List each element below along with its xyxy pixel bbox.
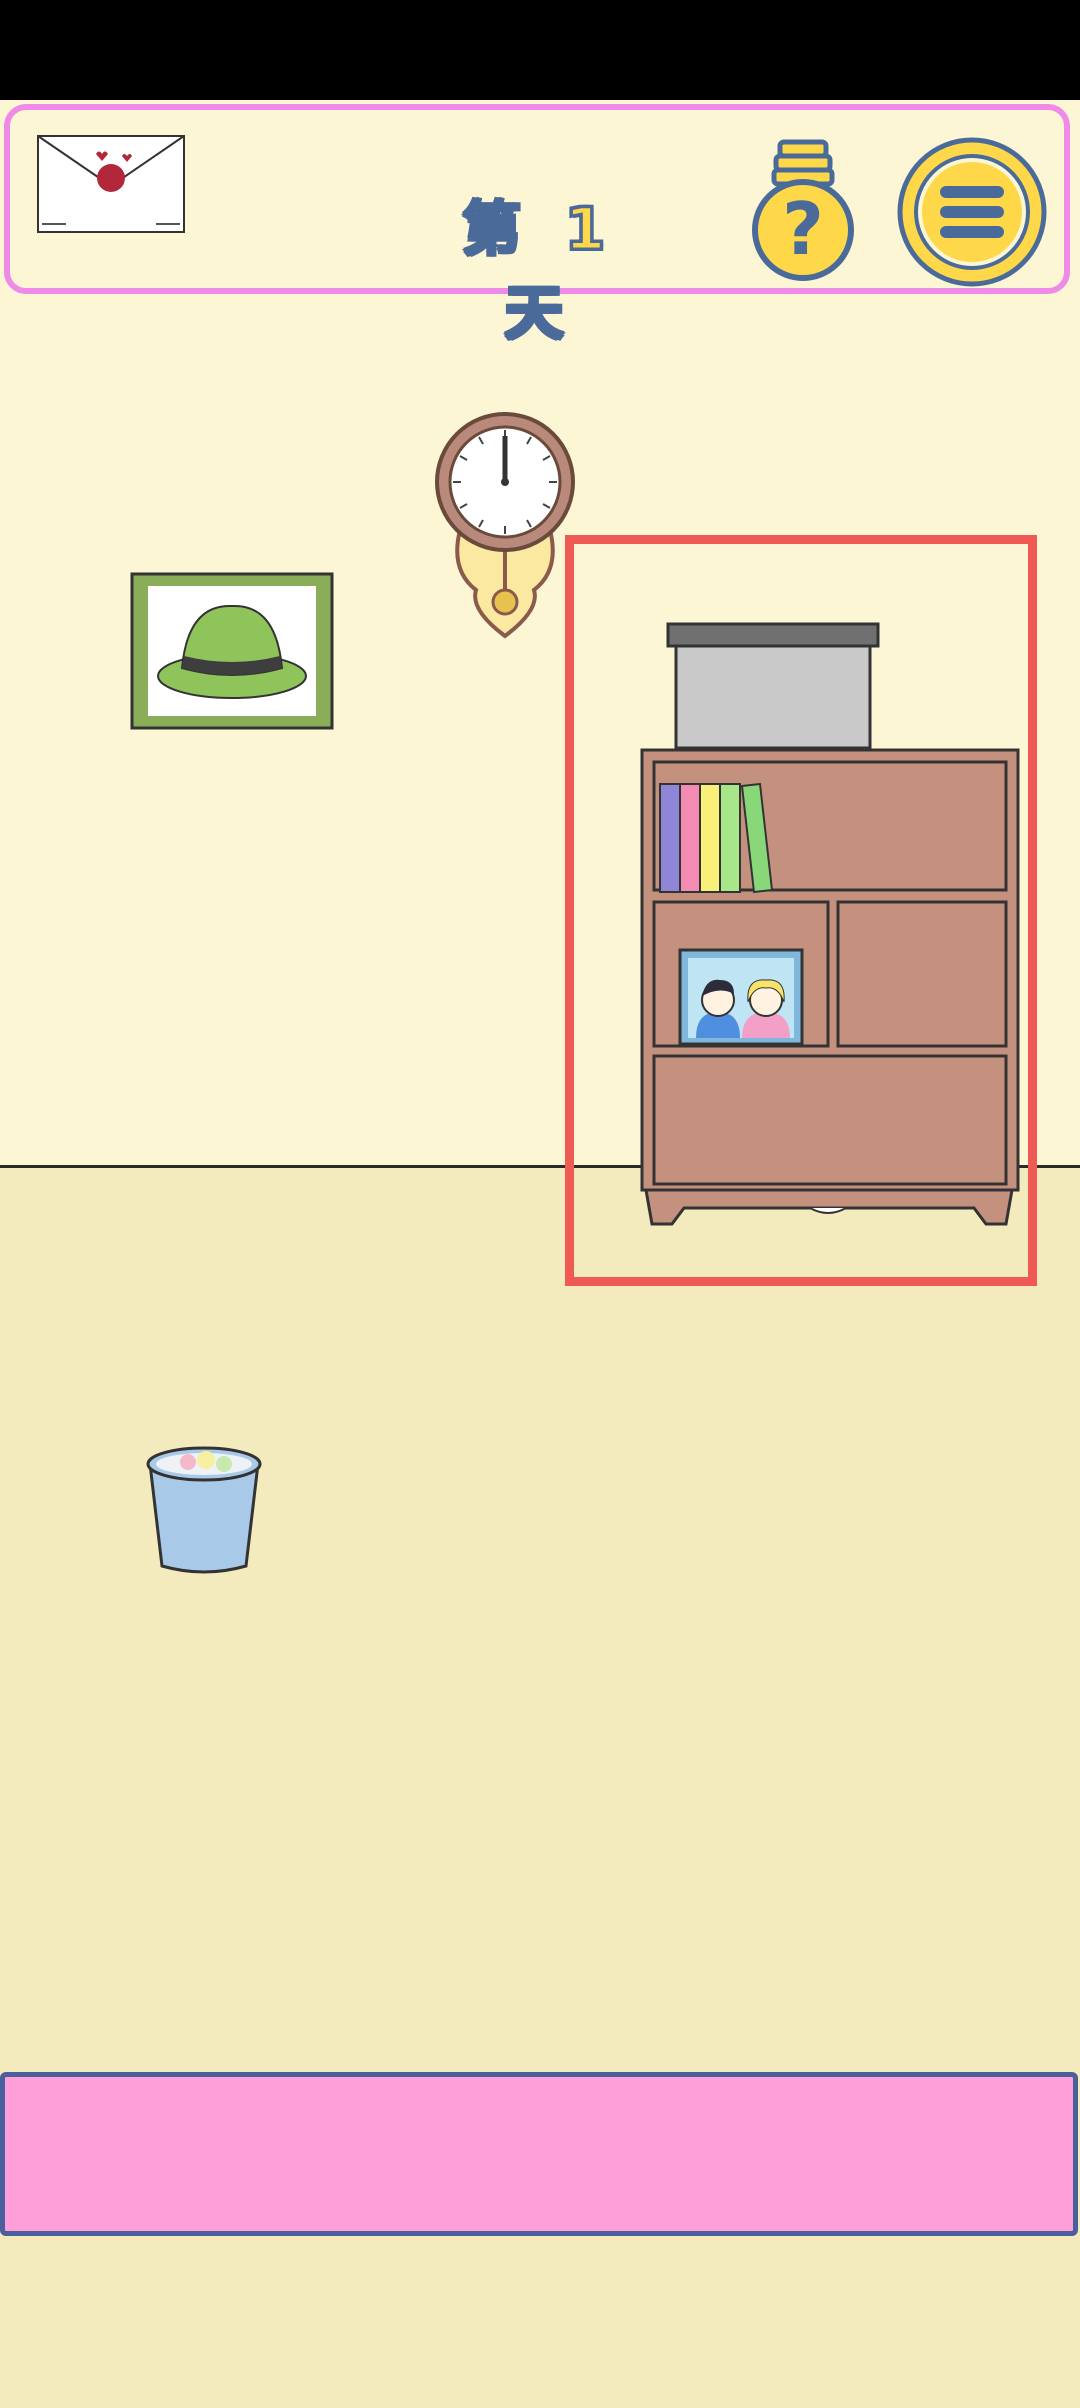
trash-can[interactable]	[144, 1444, 264, 1574]
day-title: 第 1 天	[461, 194, 618, 349]
lightbulb-question-icon[interactable]: ?	[748, 138, 858, 286]
hamburger-menu-icon[interactable]	[896, 136, 1048, 288]
highlight-frame	[565, 535, 1037, 1286]
status-bar	[0, 0, 1080, 100]
hat-painting[interactable]	[130, 572, 334, 730]
envelope-icon[interactable]	[36, 134, 186, 234]
svg-text:?: ?	[782, 187, 824, 271]
inventory-bar[interactable]	[0, 2072, 1078, 2236]
wall-clock[interactable]	[430, 410, 580, 642]
